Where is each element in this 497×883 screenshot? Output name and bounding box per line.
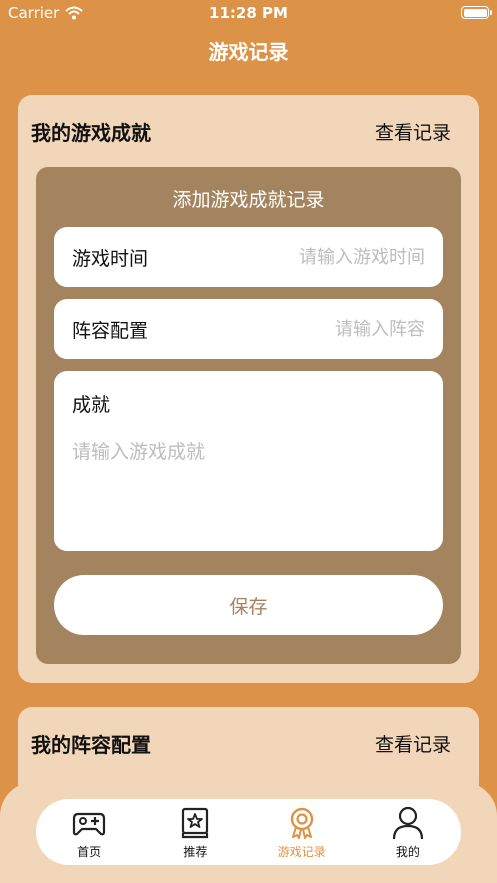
tab-home[interactable]: 首页 [36, 799, 142, 865]
achievements-card: 我的游戏成就 查看记录 添加游戏成就记录 游戏时间 阵容配置 成就 保存 [18, 95, 479, 683]
star-book-icon [182, 807, 209, 839]
tab-home-label: 首页 [77, 845, 102, 859]
game-time-input[interactable] [205, 246, 425, 268]
game-time-field[interactable]: 游戏时间 [54, 227, 443, 287]
page-title: 游戏记录 [208, 40, 289, 64]
tab-game-records-label: 游戏记录 [277, 845, 326, 859]
lineup-label: 阵容配置 [72, 319, 149, 342]
achievements-title: 我的游戏成就 [31, 121, 151, 145]
status-bar: Carrier 11:28 PM [0, 0, 497, 26]
medal-icon [290, 807, 313, 839]
achievement-label: 成就 [72, 394, 111, 416]
add-achievement-form: 添加游戏成就记录 游戏时间 阵容配置 成就 保存 [36, 167, 461, 664]
lineup-input[interactable] [205, 318, 425, 340]
achievement-field[interactable]: 成就 [54, 371, 443, 551]
status-time: 11:28 PM [209, 4, 288, 22]
save-button[interactable]: 保存 [54, 575, 443, 635]
tab-recommend-label: 推荐 [183, 845, 208, 859]
lineup-field[interactable]: 阵容配置 [54, 299, 443, 359]
view-lineup-link[interactable]: 查看记录 [375, 730, 451, 757]
tab-mine[interactable]: 我的 [355, 799, 461, 865]
view-achievements-link[interactable]: 查看记录 [375, 118, 451, 145]
game-time-label: 游戏时间 [72, 247, 149, 270]
tab-mine-label: 我的 [395, 845, 420, 859]
tab-bar: 首页 推荐 游戏记录 我的 [36, 799, 461, 865]
lineup-title: 我的阵容配置 [31, 733, 151, 757]
form-heading: 添加游戏成就记录 [172, 189, 325, 211]
gamepad-icon [73, 812, 106, 836]
battery-icon [461, 6, 492, 19]
person-icon [392, 806, 423, 840]
achievement-input[interactable] [72, 437, 422, 537]
tab-recommend[interactable]: 推荐 [142, 799, 248, 865]
tab-game-records[interactable]: 游戏记录 [249, 799, 355, 865]
